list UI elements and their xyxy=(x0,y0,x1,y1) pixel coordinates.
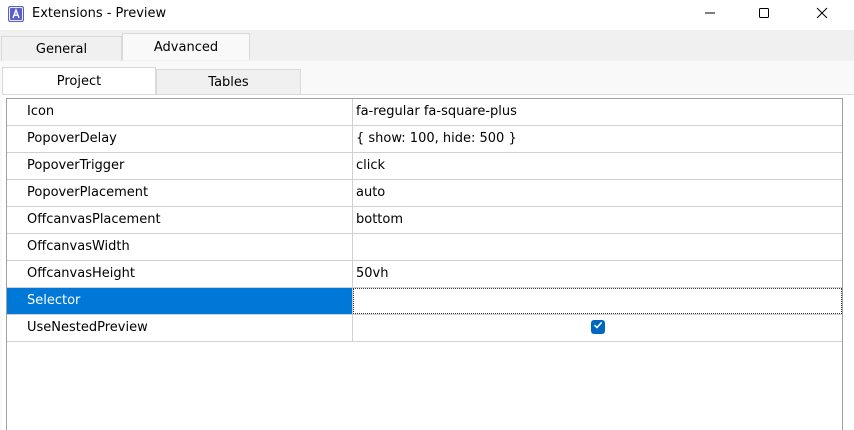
property-row-popoverplacement[interactable]: PopoverPlacement auto xyxy=(7,180,842,207)
property-value xyxy=(353,315,842,341)
close-button[interactable] xyxy=(799,0,845,30)
tab-tables[interactable]: Tables xyxy=(156,69,301,94)
use-nested-preview-checkbox[interactable] xyxy=(591,320,605,334)
tab-general[interactable]: General xyxy=(1,36,122,61)
minimize-button[interactable] xyxy=(687,0,733,30)
property-name: PopoverPlacement xyxy=(7,180,353,206)
property-row-offcanvasheight[interactable]: OffcanvasHeight 50vh xyxy=(7,261,842,288)
property-value[interactable]: bottom xyxy=(353,207,842,233)
property-row-usenestedpreview[interactable]: UseNestedPreview xyxy=(7,315,842,342)
property-value[interactable] xyxy=(353,234,842,260)
outer-tabstrip: General Advanced xyxy=(0,33,854,61)
property-value[interactable]: { show: 100, hide: 500 } xyxy=(353,126,842,152)
property-value[interactable]: click xyxy=(353,153,842,179)
property-value[interactable]: 50vh xyxy=(353,261,842,287)
tab-project-label: Project xyxy=(56,73,102,89)
property-name: PopoverTrigger xyxy=(7,153,353,179)
maximize-button[interactable] xyxy=(741,0,787,30)
property-row-popoverdelay[interactable]: PopoverDelay { show: 100, hide: 500 } xyxy=(7,126,842,153)
property-row-icon[interactable]: Icon fa-regular fa-square-plus xyxy=(7,99,842,126)
tab-advanced[interactable]: Advanced xyxy=(122,33,250,60)
tab-tables-label: Tables xyxy=(208,74,249,90)
property-row-selector[interactable]: Selector xyxy=(7,288,842,315)
property-name: OffcanvasHeight xyxy=(7,261,353,287)
property-value-input[interactable] xyxy=(353,288,842,314)
tab-advanced-label: Advanced xyxy=(153,39,219,55)
property-row-offcanvasplacement[interactable]: OffcanvasPlacement bottom xyxy=(7,207,842,234)
close-icon xyxy=(816,7,828,23)
property-row-offcanvaswidth[interactable]: OffcanvasWidth xyxy=(7,234,842,261)
property-name: PopoverDelay xyxy=(7,126,353,152)
property-name: OffcanvasWidth xyxy=(7,234,353,260)
checkmark-icon xyxy=(593,314,603,340)
property-grid: Icon fa-regular fa-square-plus PopoverDe… xyxy=(6,98,843,430)
property-name: Icon xyxy=(7,99,353,125)
property-value[interactable]: fa-regular fa-square-plus xyxy=(353,99,842,125)
tab-project[interactable]: Project xyxy=(2,67,156,94)
minimize-icon xyxy=(704,7,716,23)
property-name: Selector xyxy=(7,288,353,314)
property-name: OffcanvasPlacement xyxy=(7,207,353,233)
property-name: UseNestedPreview xyxy=(7,315,353,341)
property-row-popovertrigger[interactable]: PopoverTrigger click xyxy=(7,153,842,180)
window-title: Extensions - Preview xyxy=(32,6,167,21)
property-value[interactable]: auto xyxy=(353,180,842,206)
app-logo-icon xyxy=(7,5,25,23)
tab-general-label: General xyxy=(35,41,88,57)
extensions-preview-window: Extensions - Preview General Advanced Pr… xyxy=(0,0,854,430)
maximize-icon xyxy=(758,7,770,23)
title-bar: Extensions - Preview xyxy=(0,0,854,30)
